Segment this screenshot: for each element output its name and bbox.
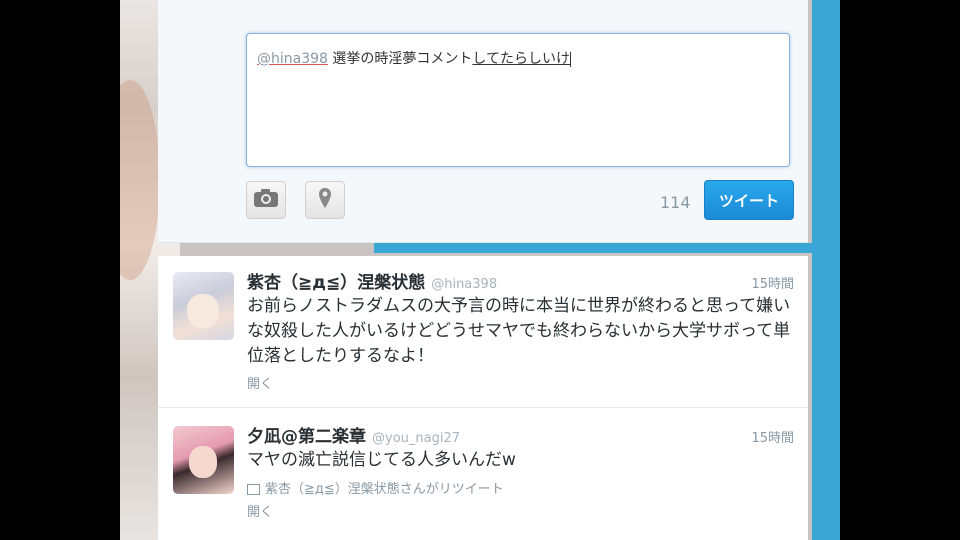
timeline: 紫杏（≧д≦）涅槃状態 @hina398 15時間 お前らノストラダムスの大予言の… bbox=[158, 256, 808, 540]
background-blue-bar bbox=[374, 243, 814, 253]
author-handle[interactable]: @hina398 bbox=[431, 277, 497, 292]
tweet-compose-box: @hina398 選挙の時淫夢コメントしてたらしいけ 114 ツイート bbox=[158, 0, 808, 243]
author-name[interactable]: 夕凪@第二楽章 bbox=[247, 427, 366, 447]
tweet-author[interactable]: 紫杏（≧д≦）涅槃状態 @hina398 bbox=[247, 268, 497, 293]
retweet-text: 紫杏（≧д≦）涅槃状態さんがリツイート bbox=[265, 482, 504, 497]
retweet-context: 紫杏（≧д≦）涅槃状態さんがリツイート bbox=[247, 478, 504, 497]
tweet-timestamp[interactable]: 15時間 bbox=[751, 427, 794, 446]
expand-link[interactable]: 開く bbox=[247, 501, 273, 520]
author-handle[interactable]: @you_nagi27 bbox=[372, 431, 460, 446]
compose-text-composing: してたらしいけ bbox=[472, 51, 570, 67]
tweet-timestamp[interactable]: 15時間 bbox=[751, 273, 794, 292]
tweet-text: お前らノストラダムスの大予言の時に本当に世界が終わると思って嫌いな奴殺した人がい… bbox=[247, 296, 791, 366]
app-frame: @hina398 選挙の時淫夢コメントしてたらしいけ 114 ツイート 紫杏（≧… bbox=[120, 0, 840, 540]
character-count: 114 bbox=[660, 193, 691, 212]
tweet-text: マヤの滅亡説信じてる人多いんだw bbox=[247, 450, 516, 470]
tweet-item[interactable]: 紫杏（≧д≦）涅槃状態 @hina398 15時間 お前らノストラダムスの大予言の… bbox=[158, 256, 808, 408]
background-blue-strip bbox=[812, 0, 840, 540]
tweet-item[interactable]: 夕凪@第二楽章 @you_nagi27 15時間 マヤの滅亡説信じてる人多いんだw… bbox=[158, 408, 808, 540]
tweet-textarea[interactable]: @hina398 選挙の時淫夢コメントしてたらしいけ bbox=[246, 33, 790, 167]
map-pin-icon bbox=[318, 187, 332, 213]
mention-text: @hina398 bbox=[257, 51, 328, 67]
avatar[interactable] bbox=[173, 272, 234, 340]
author-name[interactable]: 紫杏（≧д≦）涅槃状態 bbox=[247, 273, 425, 293]
text-caret bbox=[569, 51, 571, 67]
expand-link[interactable]: 開く bbox=[247, 373, 273, 392]
tweet-button[interactable]: ツイート bbox=[704, 180, 794, 220]
avatar[interactable] bbox=[173, 426, 234, 494]
retweet-icon bbox=[247, 484, 260, 495]
camera-icon bbox=[253, 188, 279, 212]
add-location-button[interactable] bbox=[305, 181, 345, 219]
compose-text: 選挙の時淫夢コメント bbox=[327, 51, 473, 67]
add-photo-button[interactable] bbox=[246, 181, 286, 219]
tweet-author[interactable]: 夕凪@第二楽章 @you_nagi27 bbox=[247, 422, 460, 447]
